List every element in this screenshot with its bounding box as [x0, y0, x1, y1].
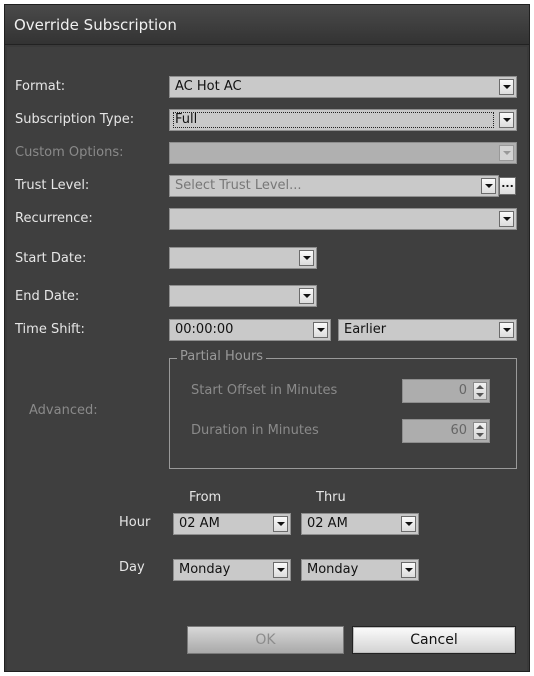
day-label: Day	[119, 560, 145, 575]
hour-label: Hour	[119, 515, 151, 530]
time-shift-label: Time Shift:	[15, 322, 85, 337]
dialog-body: Format: AC Hot AC Subscription Type: Ful…	[7, 47, 527, 671]
format-label: Format:	[15, 79, 66, 94]
partial-hours-title: Partial Hours	[177, 349, 267, 365]
time-shift-time-value: 00:00:00	[175, 322, 234, 337]
end-date-dropdown-arrow-icon[interactable]	[299, 288, 314, 304]
hour-from-value: 02 AM	[179, 516, 220, 531]
start-offset-value: 0	[458, 383, 467, 398]
day-from-dropdown[interactable]: Monday	[173, 559, 291, 581]
subscription-type-value: Full	[173, 112, 494, 128]
recurrence-dropdown-arrow-icon[interactable]	[499, 211, 514, 227]
end-date-picker[interactable]	[169, 285, 317, 307]
hour-thru-dropdown[interactable]: 02 AM	[301, 513, 419, 535]
hour-thru-arrow-icon[interactable]	[401, 516, 416, 532]
format-dropdown-arrow-icon[interactable]	[499, 79, 514, 95]
day-from-value: Monday	[179, 562, 231, 577]
hour-from-dropdown[interactable]: 02 AM	[173, 513, 291, 535]
ok-button[interactable]: OK	[187, 626, 344, 654]
duration-value: 60	[450, 423, 467, 438]
format-value: AC Hot AC	[175, 79, 242, 94]
subscription-type-dropdown[interactable]: Full	[169, 109, 517, 131]
time-shift-direction-arrow-icon[interactable]	[499, 322, 514, 338]
trust-level-dropdown[interactable]: Select Trust Level...	[169, 175, 499, 197]
hour-from-arrow-icon[interactable]	[273, 516, 288, 532]
partial-hours-group	[169, 358, 517, 469]
start-offset-spin-icon	[473, 382, 487, 400]
duration-spin-icon	[473, 422, 487, 440]
day-thru-value: Monday	[307, 562, 359, 577]
recurrence-dropdown[interactable]	[169, 208, 517, 230]
time-shift-direction-dropdown[interactable]: Earlier	[338, 319, 517, 341]
custom-options-label: Custom Options:	[15, 145, 124, 160]
time-shift-time-dropdown[interactable]: 00:00:00	[169, 319, 331, 341]
recurrence-label: Recurrence:	[15, 211, 93, 226]
time-shift-direction-value: Earlier	[344, 322, 387, 337]
trust-level-placeholder: Select Trust Level...	[175, 178, 302, 193]
format-dropdown[interactable]: AC Hot AC	[169, 76, 517, 98]
from-header: From	[189, 490, 222, 505]
duration-label: Duration in Minutes	[191, 423, 319, 438]
duration-spinner: 60	[402, 419, 490, 443]
day-thru-dropdown[interactable]: Monday	[301, 559, 419, 581]
start-date-dropdown-arrow-icon[interactable]	[299, 250, 314, 266]
cancel-button[interactable]: Cancel	[352, 626, 516, 654]
end-date-label: End Date:	[15, 289, 80, 304]
trust-level-label: Trust Level:	[15, 178, 90, 193]
start-offset-label: Start Offset in Minutes	[191, 383, 338, 398]
dialog-title: Override Subscription	[5, 5, 529, 45]
start-offset-spinner: 0	[402, 379, 490, 403]
custom-options-dropdown-arrow-icon	[499, 145, 514, 161]
subscription-type-label: Subscription Type:	[15, 112, 135, 127]
hour-thru-value: 02 AM	[307, 516, 348, 531]
time-shift-time-arrow-icon[interactable]	[313, 322, 328, 338]
day-thru-arrow-icon[interactable]	[401, 562, 416, 578]
trust-level-browse-button[interactable]: ...	[499, 177, 516, 195]
custom-options-dropdown	[169, 142, 517, 164]
day-from-arrow-icon[interactable]	[273, 562, 288, 578]
subscription-type-dropdown-arrow-icon[interactable]	[499, 112, 514, 128]
start-date-label: Start Date:	[15, 251, 87, 266]
override-subscription-dialog: Override Subscription Format: AC Hot AC …	[4, 4, 530, 672]
thru-header: Thru	[316, 490, 346, 505]
advanced-label: Advanced:	[29, 403, 98, 418]
trust-level-dropdown-arrow-icon[interactable]	[481, 178, 496, 194]
start-date-picker[interactable]	[169, 247, 317, 269]
